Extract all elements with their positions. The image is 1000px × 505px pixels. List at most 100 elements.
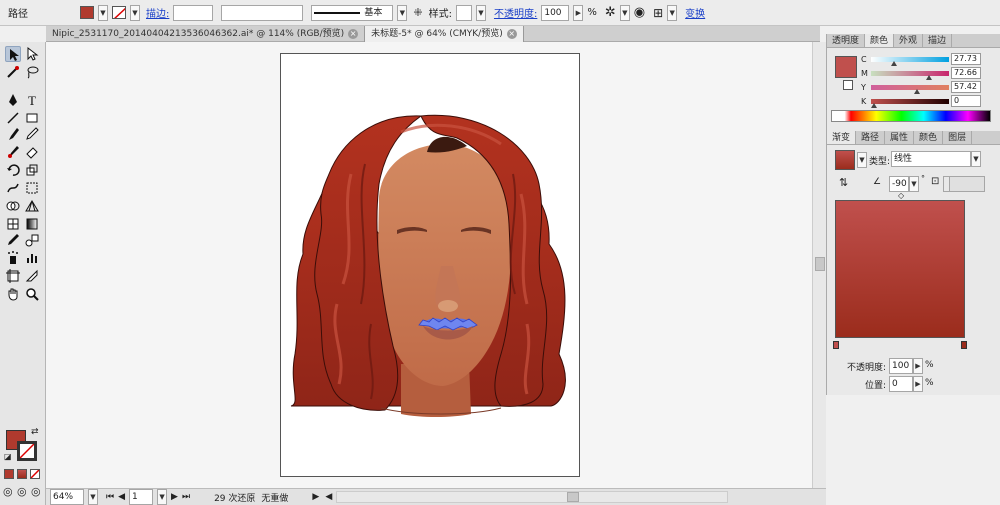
opacity-dropdown[interactable]: ▶ [573, 4, 584, 21]
channel-value[interactable]: 57.42 [951, 81, 981, 93]
scale-tool-icon[interactable] [24, 162, 40, 178]
angle-dropdown[interactable]: ▼ [909, 176, 919, 192]
reverse-gradient-icon[interactable]: ⇅ [839, 176, 848, 189]
fill-swatch[interactable] [80, 6, 94, 19]
free-transform-tool-icon[interactable] [24, 180, 40, 196]
transform-grid-icon[interactable]: ⊞ [653, 6, 663, 20]
type-tool-icon[interactable]: T [24, 92, 40, 108]
transform-grid-dropdown[interactable]: ▼ [667, 4, 678, 21]
doc-tab-nipic[interactable]: Nipic_2531170_20140404213536046362.ai* @… [46, 26, 366, 42]
stop-opacity-field[interactable]: 100 [889, 358, 913, 374]
isolate-icon[interactable]: ◉ [634, 5, 645, 20]
angle-field[interactable]: -90 [889, 176, 909, 192]
lasso-tool-icon[interactable] [24, 64, 40, 80]
pencil-tool-icon[interactable] [24, 126, 40, 142]
draw-inside-icon[interactable]: ◎ [31, 485, 41, 498]
rotate-tool-icon[interactable] [5, 162, 21, 178]
paintbrush-tool-icon[interactable] [5, 126, 21, 142]
tab-gradient[interactable]: 渐变 [827, 131, 857, 144]
gradient-stop-start[interactable] [833, 341, 839, 349]
color-swatch-back[interactable] [843, 80, 853, 90]
first-page-icon[interactable]: ⏮ [106, 492, 114, 502]
eyedropper-tool-icon[interactable] [5, 232, 21, 248]
tab-appearance[interactable]: 外观 [894, 34, 924, 47]
line-tool-icon[interactable] [5, 110, 21, 126]
page-field[interactable]: 1 [129, 489, 154, 505]
gradient-midpoint[interactable]: ◇ [898, 191, 904, 200]
artboard-tool-icon[interactable] [5, 268, 21, 284]
stop-position-field[interactable]: 0 [889, 376, 913, 392]
next-page-icon[interactable]: ▶ [171, 492, 178, 502]
gradient-preset-dropdown[interactable]: ▼ [857, 152, 867, 168]
tab-layers[interactable]: 图层 [943, 131, 973, 144]
last-page-icon[interactable]: ⏭ [182, 492, 190, 502]
align-icon[interactable]: ⁜ [413, 6, 422, 19]
status-menu-icon[interactable]: ▶ [312, 492, 319, 502]
aspect-ratio-select[interactable] [949, 176, 985, 192]
prev-page-icon[interactable]: ◀ [118, 492, 125, 502]
tab-swatches[interactable]: 颜色 [914, 131, 944, 144]
close-icon[interactable]: × [506, 29, 517, 39]
stroke-dropdown[interactable]: ▼ [130, 4, 140, 21]
blend-tool-icon[interactable] [24, 232, 40, 248]
slider-c[interactable] [871, 56, 949, 66]
stroke-color-box[interactable] [17, 441, 37, 461]
tab-pathfinder[interactable]: 路径 [856, 131, 886, 144]
stroke-swatch[interactable] [112, 6, 126, 19]
horizontal-scrollbar[interactable] [336, 491, 729, 503]
zoom-dropdown[interactable]: ▼ [88, 489, 98, 505]
selection-tool-icon[interactable] [5, 46, 21, 62]
canvas[interactable] [46, 42, 816, 488]
gradient-stop-end[interactable] [961, 341, 967, 349]
fill-dropdown[interactable]: ▼ [98, 4, 108, 21]
close-icon[interactable]: × [348, 29, 359, 39]
style-select[interactable] [455, 4, 472, 21]
gradient-type-dropdown[interactable]: ▼ [971, 151, 981, 167]
stop-position-dropdown[interactable]: ▶ [913, 376, 923, 392]
stroke-profile-dropdown[interactable]: ▼ [397, 4, 408, 21]
tab-stroke[interactable]: 描边 [923, 34, 953, 47]
slice-tool-icon[interactable] [24, 268, 40, 284]
gradient-preview-swatch[interactable] [835, 150, 855, 170]
none-mode-button[interactable] [30, 469, 40, 479]
draw-behind-icon[interactable]: ◎ [17, 485, 27, 498]
vertical-scrollbar[interactable] [812, 42, 826, 488]
color-spectrum[interactable] [831, 110, 991, 122]
slider-k[interactable] [871, 98, 949, 108]
warp-tool-icon[interactable] [5, 180, 21, 196]
stroke-link[interactable]: 描边: [146, 5, 169, 20]
variable-width-field[interactable] [221, 4, 304, 21]
artboard[interactable] [280, 53, 580, 477]
perspective-grid-tool-icon[interactable] [24, 198, 40, 214]
pen-tool-icon[interactable] [5, 92, 21, 108]
color-mode-button[interactable] [4, 469, 14, 479]
stroke-profile-select[interactable]: 基本 [311, 4, 394, 21]
symbol-sprayer-tool-icon[interactable] [5, 250, 21, 266]
rectangle-tool-icon[interactable] [24, 110, 40, 126]
zoom-field[interactable]: 64% [50, 489, 84, 505]
transform-link[interactable]: 变换 [685, 5, 705, 20]
recolor-dropdown[interactable]: ▼ [619, 4, 630, 21]
eraser-tool-icon[interactable] [24, 144, 40, 160]
channel-value[interactable]: 72.66 [951, 67, 981, 79]
tab-transparency[interactable]: 透明度 [827, 34, 866, 47]
blob-brush-tool-icon[interactable] [5, 144, 21, 160]
doc-tab-untitled[interactable]: 未标题-5* @ 64% (CMYK/预览) × [365, 26, 524, 42]
channel-value[interactable]: 27.73 [951, 53, 981, 65]
opacity-field[interactable]: 100 [541, 4, 570, 21]
stroke-weight-field[interactable] [173, 4, 214, 21]
shape-builder-tool-icon[interactable] [5, 198, 21, 214]
recolor-icon[interactable]: ✲ [605, 5, 616, 20]
zoom-tool-icon[interactable] [24, 286, 40, 302]
aspect-icon[interactable]: ⊡ [931, 176, 939, 187]
hscroll-thumb[interactable] [567, 492, 580, 502]
tab-attributes[interactable]: 属性 [885, 131, 915, 144]
hscroll-left-icon[interactable]: ◀ [325, 492, 332, 502]
style-dropdown[interactable]: ▼ [475, 4, 486, 21]
mesh-tool-icon[interactable] [5, 216, 21, 232]
direct-selection-tool-icon[interactable] [24, 46, 40, 62]
slider-y[interactable] [871, 84, 949, 94]
column-graph-tool-icon[interactable] [24, 250, 40, 266]
color-swatch-large[interactable] [835, 56, 857, 78]
swap-icon[interactable]: ⇄ [31, 427, 39, 437]
